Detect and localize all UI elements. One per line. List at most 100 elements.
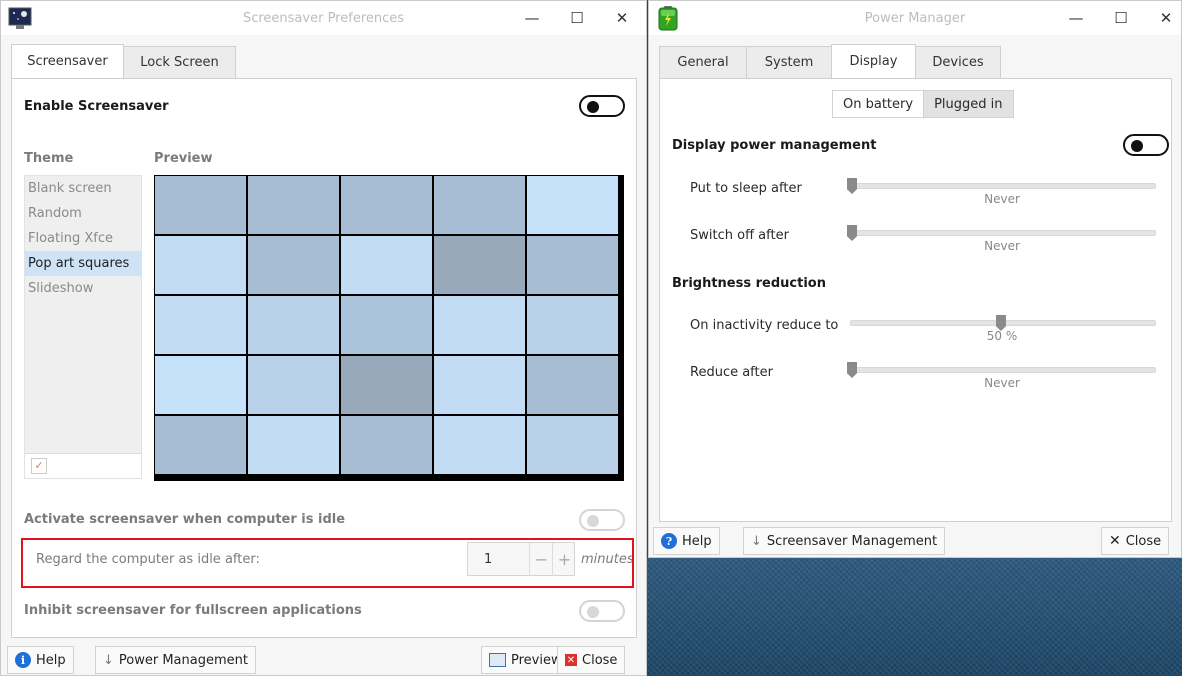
- help-icon: i: [15, 652, 31, 668]
- reduce-after-label: Reduce after: [690, 365, 773, 380]
- plugged-in-button[interactable]: Plugged in: [923, 90, 1014, 118]
- close-window-button[interactable]: ✕: [1153, 7, 1179, 29]
- close-button-label: Close: [1125, 533, 1162, 549]
- display-power-management-switch[interactable]: [1123, 134, 1169, 156]
- reduce-after-slider[interactable]: [850, 367, 1156, 373]
- preview-square: [155, 296, 246, 354]
- switch-off-value: Never: [984, 239, 1020, 253]
- help-icon: ?: [661, 533, 677, 549]
- sleep-slider-thumb[interactable]: [847, 178, 857, 194]
- theme-item-blank-screen[interactable]: Blank screen: [25, 176, 141, 201]
- screensaver-management-label: Screensaver Management: [766, 533, 938, 549]
- preview-square: [341, 416, 432, 474]
- preview-square: [434, 356, 525, 414]
- help-button-label: Help: [682, 533, 712, 549]
- close-icon: ✕: [615, 9, 629, 27]
- titlebar[interactable]: Power Manager — ☐ ✕: [649, 1, 1181, 35]
- minimize-button[interactable]: —: [519, 7, 545, 29]
- reduce-after-slider-thumb[interactable]: [847, 362, 857, 378]
- enable-screensaver-label: Enable Screensaver: [24, 99, 169, 114]
- preview-square: [527, 236, 618, 294]
- theme-item-random[interactable]: Random: [25, 201, 141, 226]
- inhibit-screensaver-switch[interactable]: [579, 600, 625, 622]
- theme-item-slideshow[interactable]: Slideshow: [25, 276, 141, 301]
- preview-square: [155, 236, 246, 294]
- switch-off-slider-thumb[interactable]: [847, 225, 857, 241]
- preview-square: [341, 296, 432, 354]
- highlight-annotation: [21, 538, 634, 588]
- close-icon: ✕: [1109, 533, 1121, 549]
- switch-off-label: Switch off after: [690, 228, 789, 243]
- power-source-selector: On battery Plugged in: [832, 90, 1014, 118]
- screensaver-management-button[interactable]: ↓ Screensaver Management: [743, 527, 946, 555]
- desktop-background: [647, 558, 1182, 676]
- preview-square: [341, 236, 432, 294]
- activate-screensaver-label: Activate screensaver when computer is id…: [24, 512, 346, 527]
- close-icon: ✕: [1159, 9, 1173, 27]
- theme-list: Blank screen Random Floating Xfce Pop ar…: [24, 175, 142, 479]
- titlebar[interactable]: Screensaver Preferences — ☐ ✕: [1, 1, 646, 35]
- reduce-after-value: Never: [984, 376, 1020, 390]
- activate-screensaver-switch[interactable]: [579, 509, 625, 531]
- sleep-label: Put to sleep after: [690, 181, 802, 196]
- close-button-label: Close: [582, 652, 618, 668]
- preview-square: [434, 296, 525, 354]
- preview-square: [248, 236, 339, 294]
- theme-item-floating-xfce[interactable]: Floating Xfce: [25, 226, 141, 251]
- preview-square: [155, 416, 246, 474]
- brightness-reduction-header: Brightness reduction: [672, 276, 826, 291]
- preview-square: [341, 356, 432, 414]
- preview-square: [155, 356, 246, 414]
- inactivity-value: 50 %: [986, 329, 1018, 343]
- on-battery-button[interactable]: On battery: [832, 90, 925, 118]
- theme-header: Theme: [24, 151, 74, 166]
- preview-square: [527, 356, 618, 414]
- help-button[interactable]: i Help: [7, 646, 74, 674]
- preview-area: [154, 175, 624, 481]
- tab-general[interactable]: General: [659, 46, 747, 78]
- preview-square: [527, 176, 618, 234]
- preview-header: Preview: [154, 151, 213, 166]
- screensaver-preferences-window: Screensaver Preferences — ☐ ✕ Screensave…: [0, 0, 647, 676]
- preview-square: [434, 416, 525, 474]
- arrow-down-icon: ↓: [103, 652, 114, 668]
- power-management-button[interactable]: ↓ Power Management: [95, 646, 256, 674]
- preview-square: [434, 236, 525, 294]
- theme-item-pop-art-squares[interactable]: Pop art squares: [25, 251, 141, 276]
- preview-square: [248, 296, 339, 354]
- preview-icon: [489, 653, 506, 667]
- window-title: Screensaver Preferences: [242, 11, 405, 26]
- help-button[interactable]: ? Help: [653, 527, 720, 555]
- preview-square: [248, 176, 339, 234]
- preview-square: [527, 296, 618, 354]
- preview-square: [434, 176, 525, 234]
- tab-devices[interactable]: Devices: [915, 46, 1001, 78]
- configure-theme-icon[interactable]: ✓: [31, 458, 47, 474]
- power-manager-window: Power Manager — ☐ ✕ General System Displ…: [648, 0, 1182, 558]
- close-button[interactable]: ✕ Close: [557, 646, 626, 674]
- maximize-button[interactable]: ☐: [564, 7, 590, 29]
- preview-square: [341, 176, 432, 234]
- tab-screensaver[interactable]: Screensaver: [11, 44, 124, 78]
- tab-system[interactable]: System: [746, 46, 832, 78]
- preview-square: [248, 416, 339, 474]
- preview-square: [155, 176, 246, 234]
- sleep-slider[interactable]: [850, 183, 1156, 189]
- preview-square: [248, 356, 339, 414]
- tab-lock-screen[interactable]: Lock Screen: [123, 46, 236, 78]
- switch-off-slider[interactable]: [850, 230, 1156, 236]
- maximize-icon: ☐: [1114, 9, 1128, 27]
- tab-bar: General System Display Devices: [659, 44, 1001, 78]
- minimize-icon: —: [1068, 9, 1084, 27]
- theme-list-footer: ✓: [25, 453, 141, 478]
- close-button[interactable]: ✕ Close: [1101, 527, 1170, 555]
- tab-display[interactable]: Display: [831, 44, 916, 78]
- arrow-down-icon: ↓: [751, 533, 762, 549]
- maximize-icon: ☐: [570, 9, 584, 27]
- enable-screensaver-switch[interactable]: [579, 95, 625, 117]
- minimize-button[interactable]: —: [1063, 7, 1089, 29]
- close-window-button[interactable]: ✕: [609, 7, 635, 29]
- window-title: Power Manager: [864, 11, 966, 26]
- display-panel: On battery Plugged in Display power mana…: [659, 78, 1172, 522]
- maximize-button[interactable]: ☐: [1108, 7, 1134, 29]
